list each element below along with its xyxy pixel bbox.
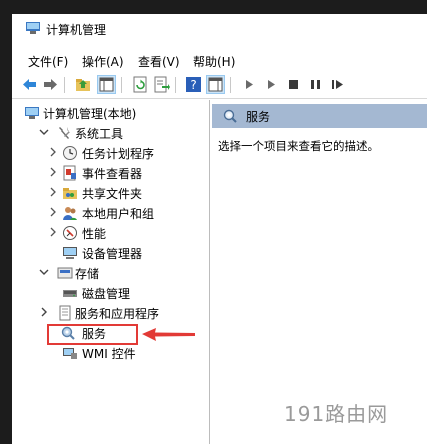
help-icon[interactable]: ? [185,76,202,93]
tree-label: 存储 [75,267,100,281]
show-hide-tree-icon[interactable] [97,75,116,94]
pause-icon[interactable] [307,76,324,93]
play-icon[interactable] [241,76,258,93]
tree-node-root[interactable]: 计算机管理(本地) [12,104,209,122]
stop-icon[interactable] [285,76,302,93]
menu-action[interactable]: 操作(A) [82,53,124,70]
tree-node-performance[interactable]: 性能 [12,224,209,242]
tree-label: 计算机管理(本地) [43,107,137,121]
properties-icon[interactable] [206,75,225,94]
tree-label: 磁盘管理 [82,287,131,301]
storage-icon [57,267,73,279]
clock-icon [63,146,77,160]
event-viewer-icon [63,165,76,181]
chevron-right-icon[interactable] [47,186,59,198]
tree-label: 系统工具 [75,127,124,141]
tree-label: 本地用户和组 [82,207,155,221]
chevron-right-icon[interactable] [47,206,59,218]
details-header: 服务 [212,104,427,128]
chevron-right-icon[interactable] [47,226,59,238]
chevron-right-icon[interactable] [47,166,59,178]
tree-label: WMI 控件 [82,347,136,361]
tree-node-local-users[interactable]: 本地用户和组 [12,204,209,222]
tree-node-services-apps[interactable]: 服务和应用程序 [12,304,209,322]
toolbar: ? [12,72,427,99]
menu-file[interactable]: 文件(F) [28,53,68,70]
tree-label: 服务和应用程序 [75,307,160,321]
tools-icon [59,127,70,139]
users-icon [63,207,77,220]
tree-node-wmi[interactable]: WMI 控件 [12,344,209,362]
chevron-right-icon[interactable] [38,306,50,318]
restart-icon[interactable] [329,76,346,93]
tree-label: 共享文件夹 [82,187,143,201]
tree-node-disk-management[interactable]: 磁盘管理 [12,284,209,302]
tree-node-device-manager[interactable]: 设备管理器 [12,244,209,262]
menu-view[interactable]: 查看(V) [138,53,180,70]
device-manager-icon [63,247,77,259]
title-bar: 计算机管理 [12,14,427,44]
tree-label: 任务计划程序 [82,147,155,161]
chevron-down-icon[interactable] [38,126,50,138]
export-list-icon[interactable] [153,76,170,93]
services-gear-icon [223,109,237,123]
computer-management-icon [26,22,40,34]
tree-label: 事件查看器 [82,167,143,181]
up-folder-icon[interactable] [75,76,92,93]
menu-help[interactable]: 帮助(H) [193,53,235,70]
tree-node-event-viewer[interactable]: 事件查看器 [12,164,209,182]
details-pane: 服务 选择一个项目来查看它的描述。 [212,100,427,444]
wmi-icon [63,348,77,359]
pointer-arrow-annotation [142,328,195,341]
tree-node-storage[interactable]: 存储 [12,264,209,282]
refresh-icon[interactable] [132,76,149,93]
tree-label: 性能 [82,227,107,241]
shared-folder-icon [63,188,77,199]
services-highlight-box [47,324,138,345]
performance-icon [63,226,77,240]
computer-management-window: 计算机管理 文件(F) 操作(A) 查看(V) 帮助(H) ? 计算机管理(本地… [12,14,427,444]
details-description: 选择一个项目来查看它的描述。 [218,139,379,153]
navigation-tree: 计算机管理(本地) 系统工具 任务计划程序 事件查看器 共享文件夹 本地用户和组 [12,100,210,444]
svg-text:?: ? [190,78,196,92]
chevron-right-icon[interactable] [47,146,59,158]
back-arrow-icon[interactable] [21,76,38,93]
window-title: 计算机管理 [46,23,107,37]
watermark: 191路由网 [284,402,389,426]
menu-bar: 文件(F) 操作(A) 查看(V) 帮助(H) [12,50,427,72]
services-apps-icon [59,305,71,321]
forward-arrow-icon[interactable] [42,76,59,93]
chevron-down-icon[interactable] [38,266,50,278]
computer-management-icon [25,107,39,119]
tree-node-task-scheduler[interactable]: 任务计划程序 [12,144,209,162]
details-header-title: 服务 [246,110,271,124]
tree-label: 设备管理器 [82,247,143,261]
play-alt-icon[interactable] [263,76,280,93]
tree-node-system-tools[interactable]: 系统工具 [12,124,209,142]
tree-node-shared-folders[interactable]: 共享文件夹 [12,184,209,202]
disk-icon [63,290,77,297]
